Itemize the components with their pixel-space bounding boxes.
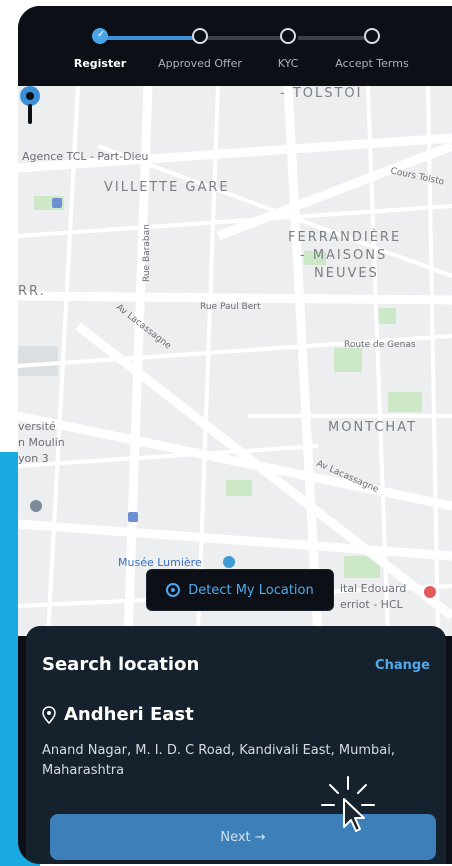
map-label-agence: Agence TCL - Part-Dieu — [22, 150, 149, 163]
step-accept-terms-label: Accept Terms — [335, 57, 409, 70]
stepper-connector-3 — [298, 36, 370, 40]
next-button-label: Next → — [220, 829, 266, 845]
location-pin-icon — [42, 705, 56, 724]
map-pin-icon[interactable] — [18, 86, 42, 126]
click-cursor-icon — [321, 776, 375, 832]
map-label-ferrandiere-1: FERRANDIÈRE — [288, 230, 402, 245]
sheet-title: Search location — [42, 654, 200, 675]
step-accept-terms-node — [364, 28, 380, 44]
map-label-rue-baraban: Rue Baraban — [142, 224, 152, 282]
location-row: Andheri East — [42, 704, 194, 725]
detect-location-button[interactable]: Detect My Location — [146, 569, 334, 611]
map-streets — [18, 86, 452, 636]
map-label-hospital-1: ital Edouard — [340, 582, 407, 595]
detect-location-label: Detect My Location — [188, 582, 314, 598]
change-link[interactable]: Change — [375, 658, 430, 673]
location-bottom-sheet: Search location Change Andheri East Anan… — [26, 626, 446, 864]
map-label-ferrandiere-2: - MAISONS — [300, 248, 388, 263]
map-label-rue-paul-bert: Rue Paul Bert — [200, 302, 261, 312]
map-label-musee: Musée Lumière — [118, 556, 202, 569]
step-register-label: Register — [73, 57, 127, 70]
crosshair-icon — [166, 583, 181, 597]
map-label-moulin: n Moulin — [18, 436, 65, 449]
phone-frame: ✓ Register Approved Offer KYC Accept Ter… — [18, 6, 452, 864]
step-approved-offer-node — [192, 28, 208, 44]
next-button[interactable]: Next → — [50, 814, 436, 860]
step-kyc-node — [280, 28, 296, 44]
map-label-villette: VILLETTE GARE — [104, 180, 230, 195]
step-approved-offer-label: Approved Offer — [158, 57, 242, 70]
progress-stepper: ✓ Register Approved Offer KYC Accept Ter… — [18, 6, 452, 86]
map-label-rr: RR. — [18, 284, 46, 299]
map-label-ferrandiere-3: NEUVES — [314, 266, 379, 281]
map-label-tolstoi: - TOLSTOI — [280, 86, 363, 101]
stepper-connector-2 — [206, 36, 288, 40]
map-label-versite: versité — [18, 420, 56, 433]
map-label-montchat: MONTCHAT — [328, 420, 418, 435]
map-label-hospital-2: erriot - HCL — [340, 598, 403, 611]
map-view[interactable]: - TOLSTOI Agence TCL - Part-Dieu VILLETT… — [18, 86, 452, 636]
step-register-check-icon: ✓ — [92, 28, 108, 44]
map-label-route-genas: Route de Genas — [344, 340, 416, 350]
location-name: Andheri East — [64, 704, 194, 725]
stepper-connector-1 — [100, 36, 198, 40]
step-kyc-label: KYC — [277, 57, 299, 70]
map-label-yon3: yon 3 — [18, 452, 49, 465]
